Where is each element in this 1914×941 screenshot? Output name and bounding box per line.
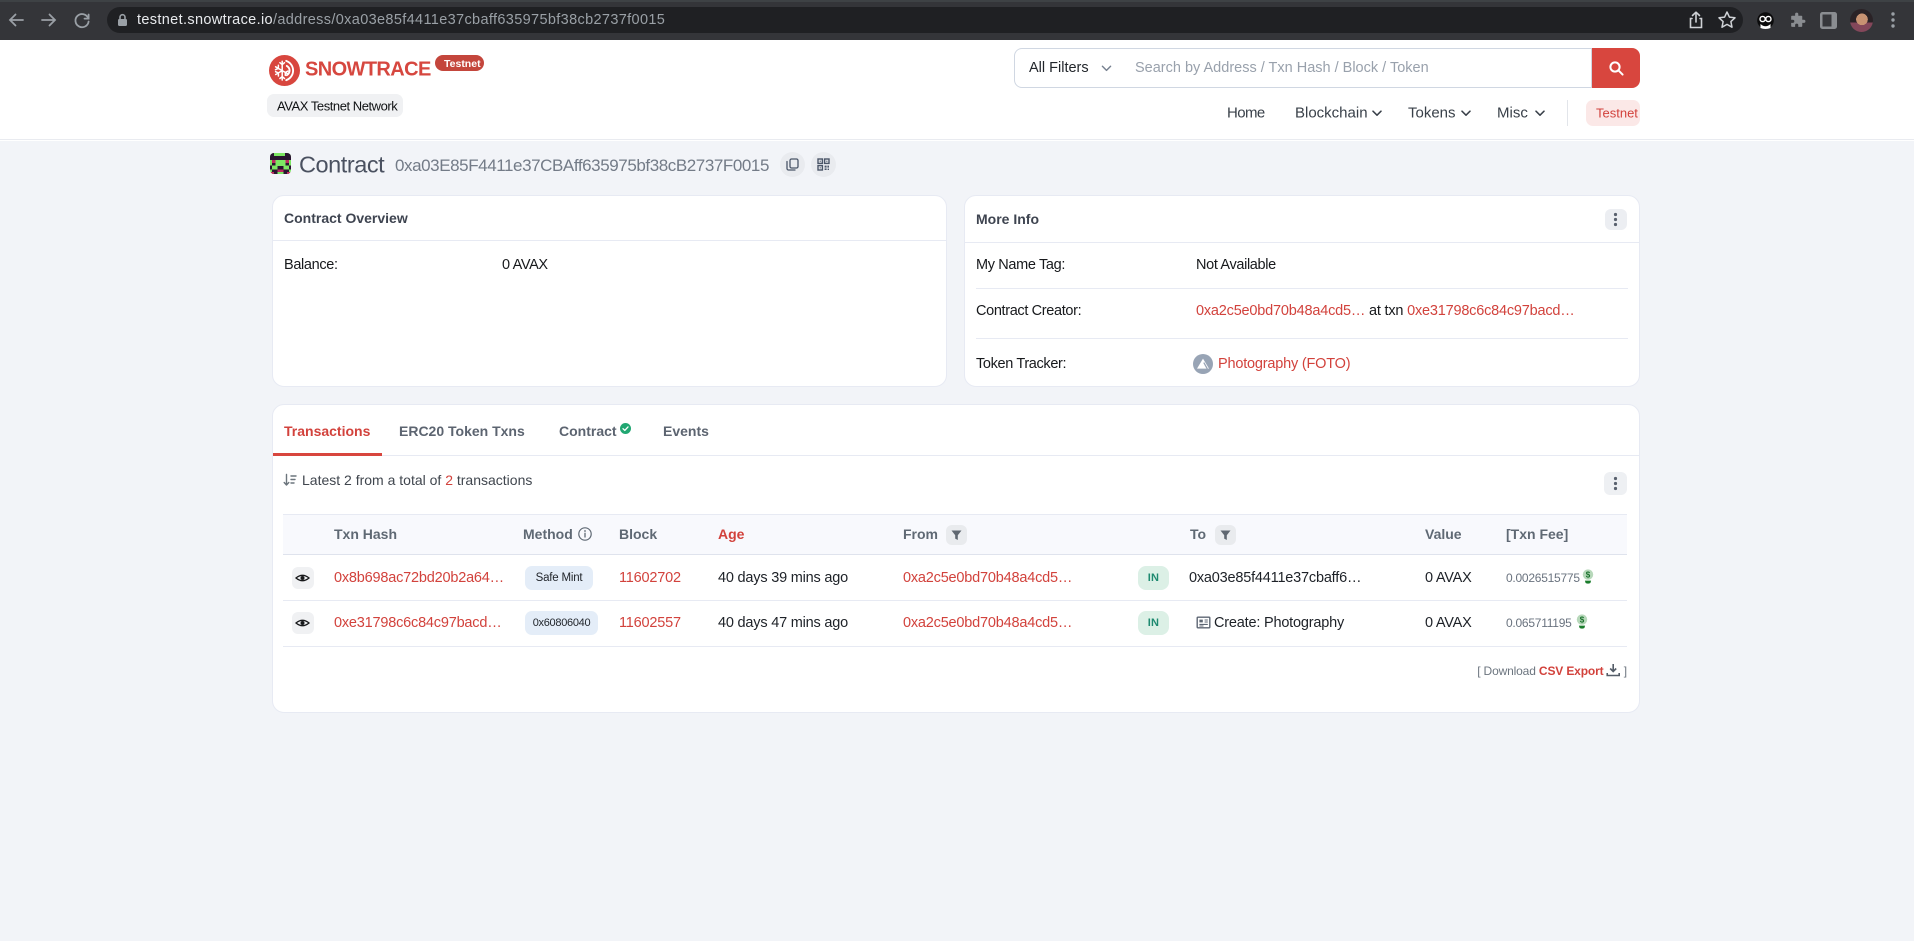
svg-text:$: $ xyxy=(1586,570,1591,579)
svg-text:$: $ xyxy=(1580,615,1585,624)
